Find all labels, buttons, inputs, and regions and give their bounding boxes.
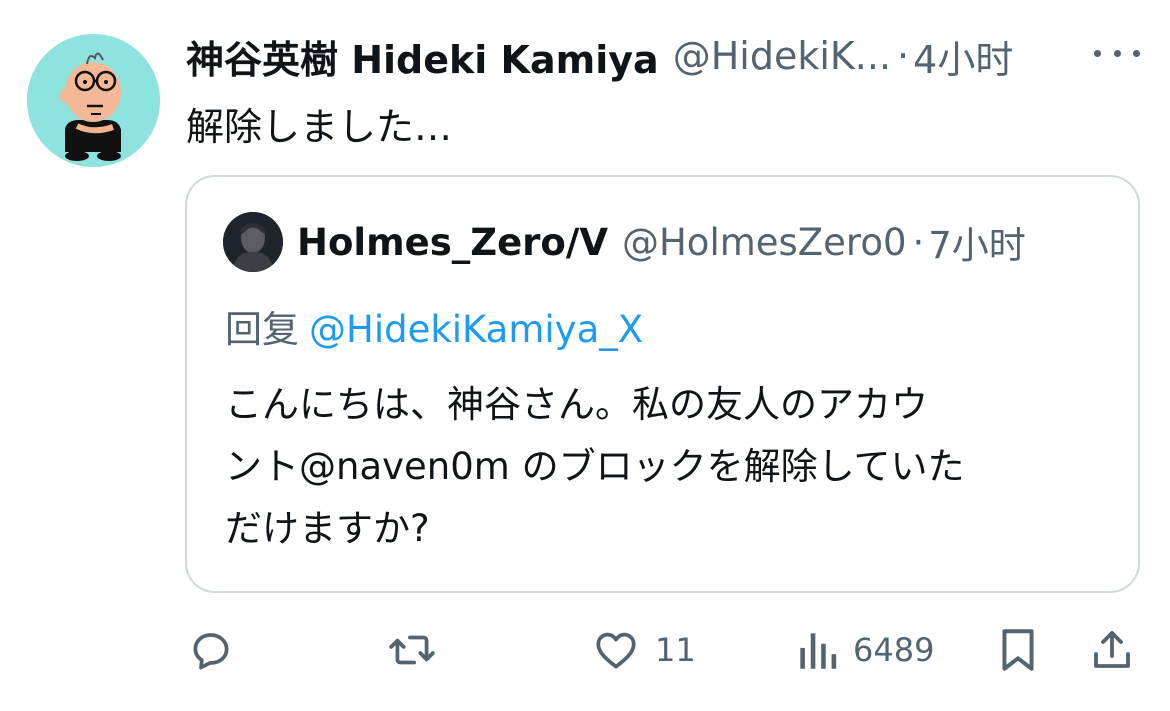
quoted-text-line: ント@naven0m のブロックを解除していた [225, 445, 965, 488]
more-dot [1133, 49, 1140, 57]
tweet-header: 神谷英樹 Hideki Kamiya @HidekiK... · 4小时 [186, 28, 1086, 84]
retweet-icon [389, 635, 435, 665]
dark-photo-avatar [223, 212, 283, 272]
share-icon [1094, 631, 1130, 668]
views-icon [800, 633, 837, 669]
bookmark-icon [1002, 629, 1034, 671]
heart-icon [596, 632, 636, 669]
quoted-text-line: こんにちは、神谷さん。私の友人のアカウ [225, 383, 928, 426]
retweet-button[interactable] [386, 622, 438, 678]
tweet-timestamp[interactable]: 4小时 [913, 29, 1013, 84]
quoted-author-handle[interactable]: @HolmesZero0 [622, 221, 907, 264]
quoted-tweet-card[interactable]: Holmes_Zero/V @HolmesZero0 · 7小时 回复 @Hide… [185, 175, 1140, 593]
author-avatar[interactable] [27, 34, 160, 167]
reply-mention-link[interactable]: @HidekiKamiya_X [309, 308, 643, 351]
views-button[interactable]: 6489 [795, 622, 934, 678]
quoted-text-line: だけますか? [225, 507, 430, 550]
reply-button[interactable] [186, 622, 236, 678]
more-options-icon[interactable] [1094, 42, 1140, 64]
author-handle[interactable]: @HidekiK... [673, 34, 891, 78]
share-button[interactable] [1088, 622, 1136, 678]
quoted-author-name[interactable]: Holmes_Zero/V [297, 221, 608, 264]
reply-icon [193, 633, 229, 670]
bookmark-button[interactable] [996, 622, 1040, 678]
more-dot [1113, 49, 1121, 57]
reply-prefix: 回复 [225, 308, 299, 351]
more-dot [1094, 49, 1101, 57]
reply-context: 回复 @HidekiKamiya_X [225, 299, 643, 353]
action-bar: 11 6489 [0, 610, 1170, 690]
like-button[interactable]: 11 [591, 622, 696, 678]
quoted-author-avatar[interactable] [223, 212, 283, 272]
quoted-tweet-text: こんにちは、神谷さん。私の友人のアカウ ント@naven0m のブロックを解除し… [225, 374, 1105, 560]
tweet-text: 解除しました… [186, 105, 453, 149]
cartoon-avatar-illustration [27, 34, 160, 167]
separator-dot: · [912, 220, 925, 264]
like-count: 11 [655, 631, 696, 669]
quoted-tweet-header: Holmes_Zero/V @HolmesZero0 · 7小时 [297, 215, 1026, 269]
views-count: 6489 [853, 631, 935, 669]
separator-dot: · [897, 34, 910, 78]
quoted-tweet-timestamp[interactable]: 7小时 [928, 215, 1026, 269]
author-name[interactable]: 神谷英樹 Hideki Kamiya [186, 29, 659, 84]
